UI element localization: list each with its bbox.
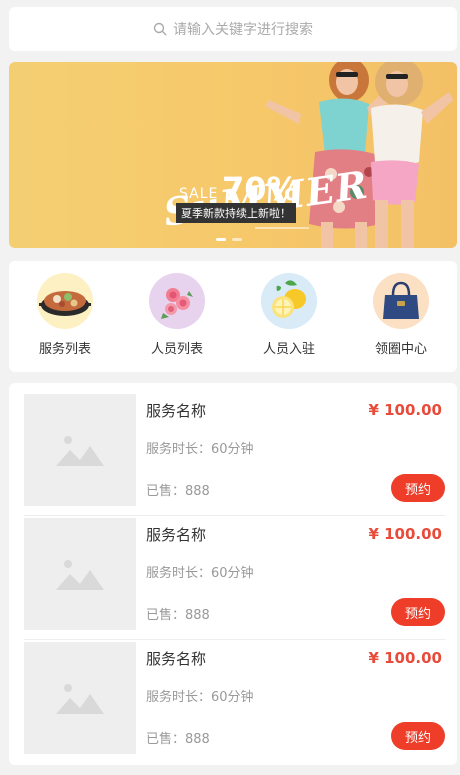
service-name: 服务名称	[146, 526, 207, 544]
roses-icon	[149, 273, 205, 329]
banner-caption: 夏季新款持续上新啦！	[176, 203, 296, 223]
search-placeholder: 请输入关键字进行搜索	[173, 22, 313, 38]
service-duration: 服务时长：60分钟	[146, 566, 254, 581]
service-name: 服务名称	[146, 650, 207, 668]
service-sold-count: 已售：888	[146, 484, 210, 499]
image-placeholder-icon	[24, 394, 136, 506]
image-placeholder-icon	[24, 518, 136, 630]
list-item[interactable]: 服务名称 ¥ 100.00 服务时长：60分钟 已售：888 预约	[24, 516, 445, 640]
banner-sale-label: SALE	[179, 186, 219, 202]
banner-dot-active[interactable]	[216, 238, 226, 241]
service-price: ¥ 100.00	[368, 525, 442, 543]
service-price: ¥ 100.00	[368, 401, 442, 419]
category-service-list[interactable]: 服务列表	[15, 273, 115, 357]
search-icon	[153, 22, 167, 36]
service-sold-count: 已售：888	[146, 608, 210, 623]
promo-banner[interactable]: SuMMER SALE 70% 夏季新款持续上新啦！	[9, 62, 457, 248]
service-name: 服务名称	[146, 402, 207, 420]
list-item[interactable]: 服务名称 ¥ 100.00 服务时长：60分钟 已售：888 预约	[24, 640, 445, 764]
category-grid: 服务列表 人员列表 人员入驻 领圈中心	[9, 261, 457, 372]
service-price: ¥ 100.00	[368, 649, 442, 667]
book-button[interactable]: 预约	[391, 722, 445, 750]
image-placeholder-icon	[24, 642, 136, 754]
search-bar[interactable]: 请输入关键字进行搜索	[9, 7, 457, 51]
category-staff-list[interactable]: 人员列表	[127, 273, 227, 357]
book-button[interactable]: 预约	[391, 474, 445, 502]
service-list: 服务名称 ¥ 100.00 服务时长：60分钟 已售：888 预约 服务名称 ¥…	[9, 383, 457, 765]
list-item[interactable]: 服务名称 ¥ 100.00 服务时长：60分钟 已售：888 预约	[24, 392, 445, 516]
banner-dot[interactable]	[232, 238, 242, 241]
page: 请输入关键字进行搜索 SuMMER SALE 70% 夏季新款持续上新啦！ 服务…	[0, 0, 460, 775]
hotpot-icon	[37, 273, 93, 329]
category-staff-join[interactable]: 人员入驻	[239, 273, 339, 357]
banner-pagination[interactable]	[216, 238, 242, 241]
category-label: 人员列表	[150, 342, 203, 357]
service-duration: 服务时长：60分钟	[146, 442, 254, 457]
handbag-icon	[373, 273, 429, 329]
service-duration: 服务时长：60分钟	[146, 690, 254, 705]
lemon-icon	[261, 273, 317, 329]
category-label: 领圈中心	[374, 342, 427, 357]
book-button[interactable]: 预约	[391, 598, 445, 626]
category-coupon-center[interactable]: 领圈中心	[351, 273, 451, 357]
category-label: 服务列表	[38, 342, 91, 357]
category-label: 人员入驻	[262, 342, 315, 357]
search-input[interactable]: 请输入关键字进行搜索	[153, 19, 313, 39]
service-sold-count: 已售：888	[146, 732, 210, 747]
